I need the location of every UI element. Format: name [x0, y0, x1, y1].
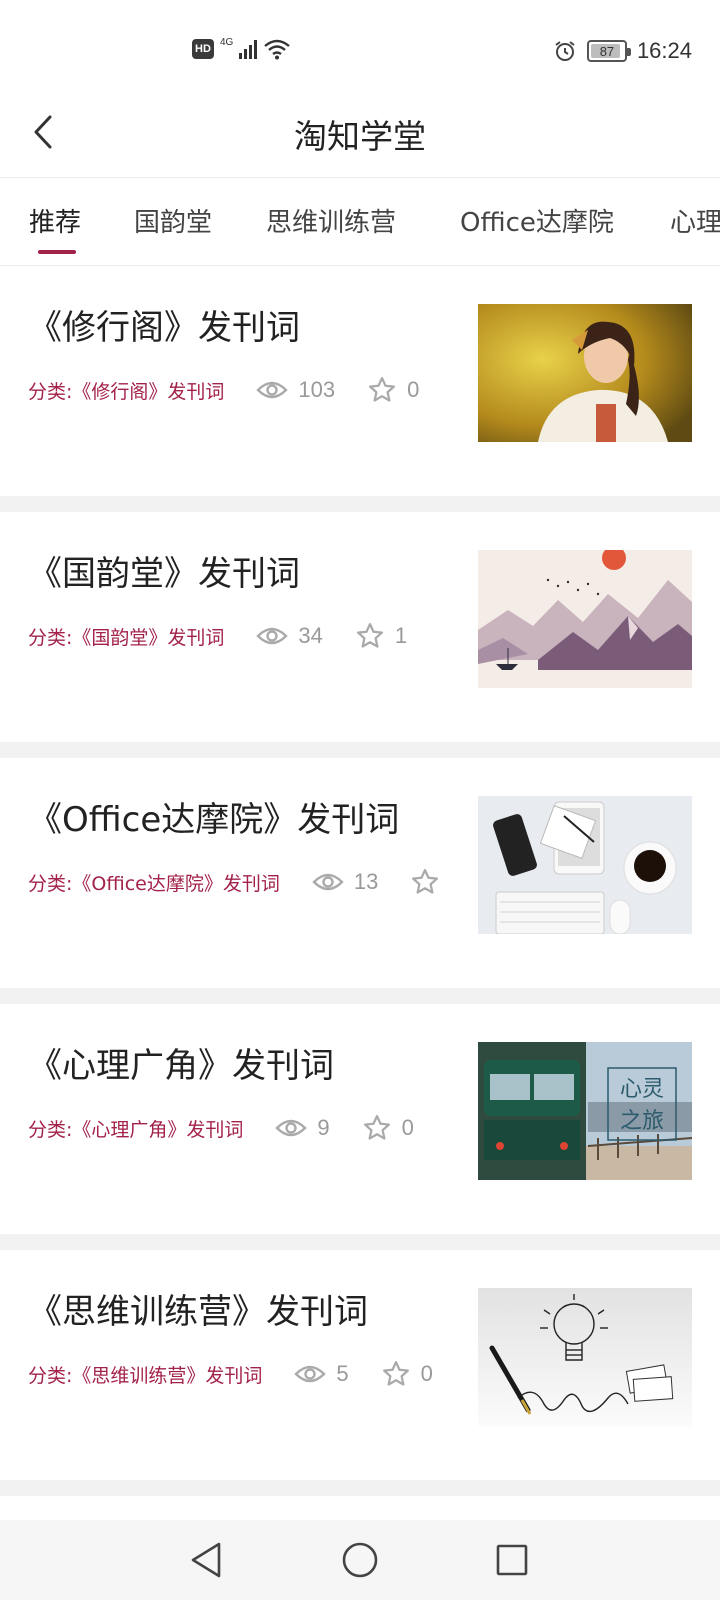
card-divider — [0, 1234, 720, 1250]
status-right-icons: 87 16:24 — [553, 38, 692, 64]
view-count-value: 13 — [353, 869, 379, 894]
article-title: 《Office达摩院》发刊词 — [28, 800, 400, 840]
view-count-value: 5 — [336, 1361, 349, 1386]
article-card[interactable]: 《心理广角》发刊词 分类:《心理广角》发刊词 9 0 心灵 之旅 — [0, 1004, 720, 1234]
square-recents-icon — [496, 1544, 528, 1576]
nav-home-button[interactable] — [338, 1538, 382, 1582]
circle-home-icon — [342, 1542, 378, 1578]
article-category: 分类:《思维训练营》发刊词 — [28, 1364, 263, 1387]
signal-icon — [239, 39, 258, 59]
favorite-count[interactable]: 1 — [355, 621, 407, 651]
system-nav-bar — [0, 1520, 720, 1600]
thumbnail-caption: 之旅 — [620, 1109, 664, 1134]
favorite-count[interactable] — [410, 867, 450, 897]
ink-landscape-image — [478, 550, 692, 688]
article-thumbnail[interactable] — [478, 304, 692, 442]
nav-recents-button[interactable] — [490, 1538, 534, 1582]
article-thumbnail[interactable] — [478, 550, 692, 688]
card-divider — [0, 1480, 720, 1496]
article-category: 分类:《心理广角》发刊词 — [28, 1118, 244, 1141]
article-meta: 分类:《修行阁》发刊词 103 0 — [28, 374, 468, 406]
article-meta: 分类:《心理广角》发刊词 9 0 — [28, 1112, 468, 1144]
article-card[interactable]: 《Office达摩院》发刊词 分类:《Office达摩院》发刊词 13 — [0, 758, 720, 988]
favorite-count-value: 1 — [394, 623, 408, 648]
view-count-value: 103 — [298, 377, 336, 402]
tab-psychology[interactable]: 心理 — [670, 202, 720, 239]
eye-icon — [256, 627, 289, 645]
active-tab-indicator — [38, 250, 76, 254]
tab-thinking-camp[interactable]: 思维训练营 — [266, 202, 396, 239]
article-meta: 分类:《Office达摩院》发刊词 13 — [28, 866, 468, 898]
view-count: 34 — [256, 623, 323, 649]
article-title: 《国韵堂》发刊词 — [28, 554, 300, 594]
status-bar: HD 4G 87 16:24 — [0, 0, 720, 100]
card-divider — [0, 988, 720, 1004]
star-icon — [412, 869, 439, 894]
tab-guoyuntang[interactable]: 国韵堂 — [134, 202, 212, 239]
favorite-count-value: 0 — [401, 1115, 414, 1140]
article-category: 分类:《Office达摩院》发刊词 — [28, 872, 280, 895]
train-image: 心灵 之旅 — [478, 1042, 692, 1180]
favorite-count-value: 0 — [420, 1361, 433, 1386]
article-title: 《思维训练营》发刊词 — [28, 1292, 368, 1332]
article-card[interactable]: 《国韵堂》发刊词 分类:《国韵堂》发刊词 34 1 — [0, 512, 720, 742]
eye-icon — [275, 1119, 308, 1137]
lightbulb-image — [478, 1288, 692, 1426]
clock: 16:24 — [636, 38, 692, 63]
view-count: 13 — [312, 869, 378, 895]
article-list: 《修行阁》发刊词 分类:《修行阁》发刊词 103 0 《国韵堂》发刊词 分类:《… — [0, 266, 720, 1496]
article-meta: 分类:《国韵堂》发刊词 34 1 — [28, 620, 468, 652]
article-thumbnail[interactable]: 心灵 之旅 — [478, 1042, 692, 1180]
star-icon — [363, 1115, 390, 1140]
thumbnail-caption: 心灵 — [620, 1077, 664, 1102]
card-divider — [0, 742, 720, 758]
favorite-count-value: 0 — [407, 377, 420, 402]
nav-back-button[interactable] — [184, 1538, 228, 1582]
triangle-back-icon — [191, 1542, 221, 1578]
article-thumbnail[interactable] — [478, 796, 692, 934]
hd-badge: HD — [192, 39, 214, 59]
view-count: 5 — [294, 1361, 349, 1387]
article-card[interactable]: 《思维训练营》发刊词 分类:《思维训练营》发刊词 5 0 — [0, 1250, 720, 1480]
favorite-count[interactable]: 0 — [381, 1359, 433, 1389]
desk-image — [478, 796, 692, 934]
article-category: 分类:《国韵堂》发刊词 — [28, 626, 225, 649]
tab-office[interactable]: Office达摩院 — [460, 202, 614, 239]
eye-icon — [294, 1365, 327, 1383]
article-title: 《心理广角》发刊词 — [28, 1046, 334, 1086]
view-count-value: 9 — [317, 1115, 330, 1140]
card-divider — [0, 496, 720, 512]
star-icon — [356, 623, 383, 648]
network-type: 4G — [220, 36, 234, 48]
battery-level: 87 — [599, 43, 615, 59]
view-count: 9 — [275, 1115, 330, 1141]
page-title: 淘知学堂 — [294, 117, 426, 156]
article-card[interactable]: 《修行阁》发刊词 分类:《修行阁》发刊词 103 0 — [0, 266, 720, 496]
favorite-count[interactable]: 0 — [362, 1113, 414, 1143]
status-left-icons: HD 4G — [192, 36, 291, 60]
alarm-icon — [555, 41, 575, 61]
article-thumbnail[interactable] — [478, 1288, 692, 1426]
tab-recommend[interactable]: 推荐 — [29, 202, 81, 239]
eye-icon — [312, 873, 344, 891]
app-header: 淘知学堂 — [0, 100, 720, 178]
battery-icon: 87 — [586, 40, 631, 62]
article-title: 《修行阁》发刊词 — [28, 308, 300, 348]
article-category: 分类:《修行阁》发刊词 — [28, 380, 225, 403]
article-meta: 分类:《思维训练营》发刊词 5 0 — [28, 1358, 468, 1390]
star-icon — [369, 377, 396, 402]
favorite-count[interactable]: 0 — [367, 375, 419, 405]
category-tabs: 推荐 国韵堂 思维训练营 Office达摩院 心理 — [0, 178, 720, 266]
wifi-icon — [264, 39, 291, 60]
portrait-image — [478, 304, 692, 442]
view-count-value: 34 — [298, 623, 323, 648]
eye-icon — [256, 381, 289, 399]
star-icon — [382, 1361, 409, 1386]
view-count: 103 — [256, 377, 335, 403]
